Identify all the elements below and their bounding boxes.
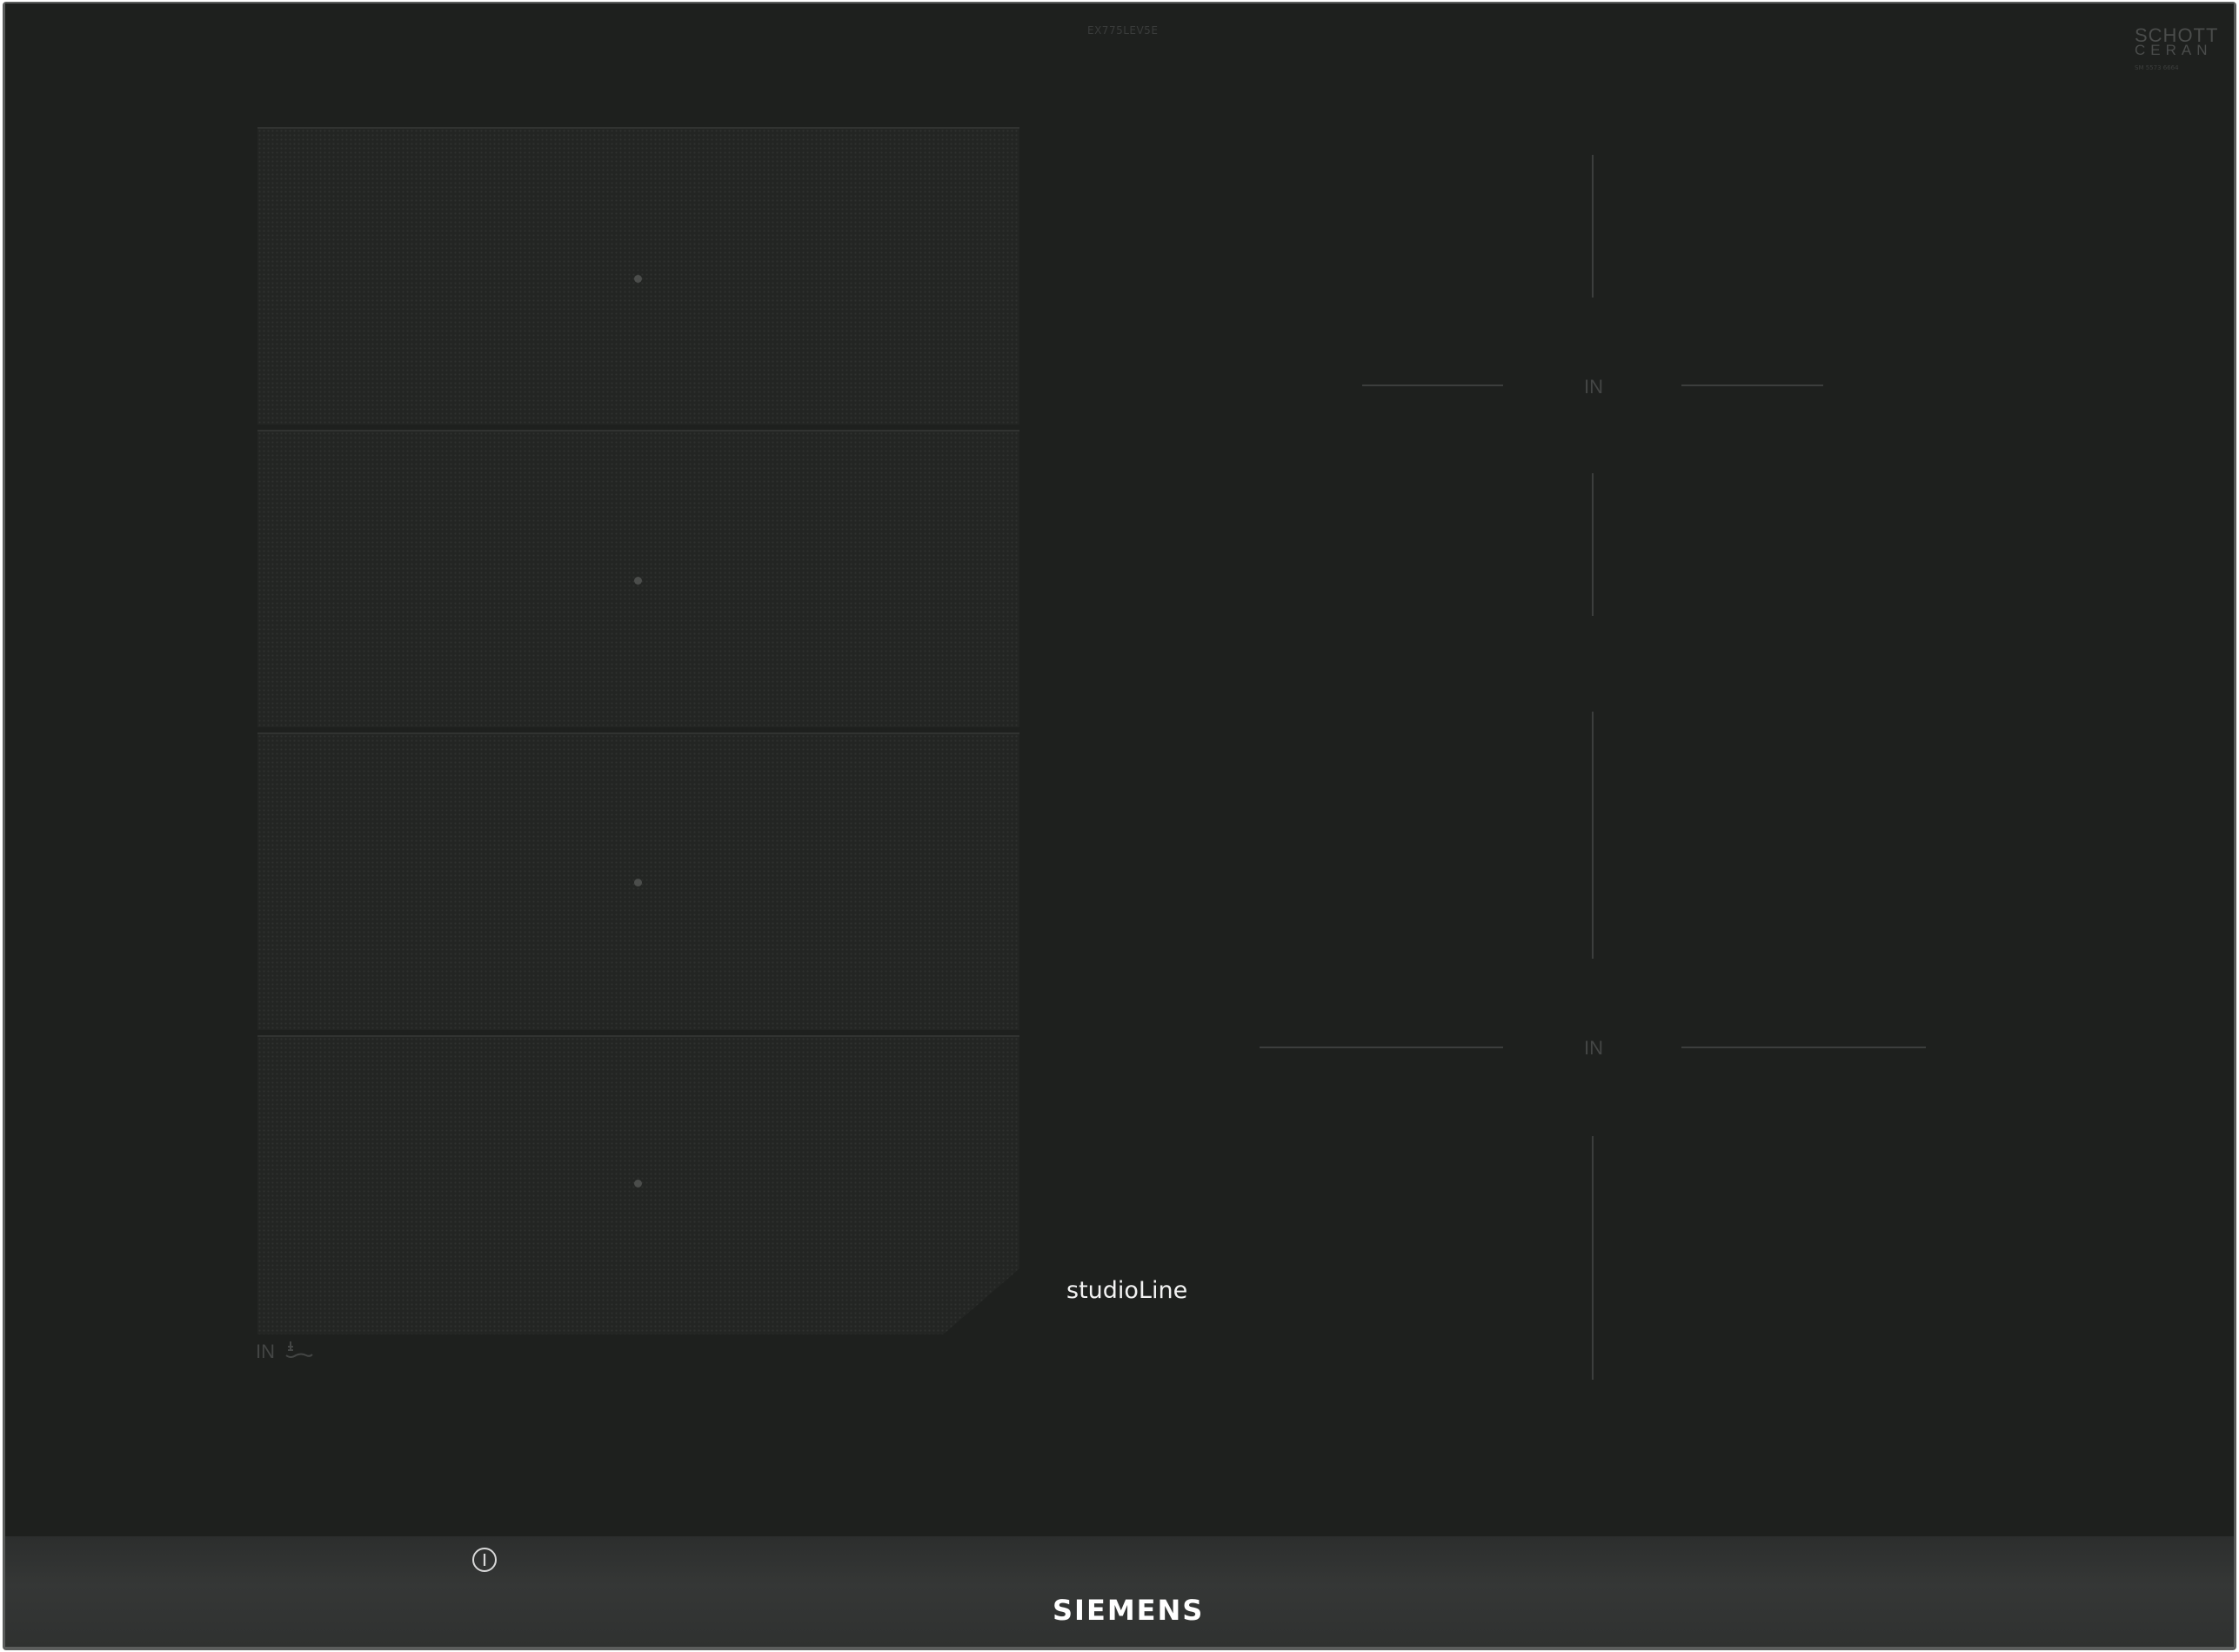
model-code: EX775LEV5E <box>1087 24 1159 37</box>
brand-logo: SIEMENS <box>1053 1594 1205 1627</box>
lower-zone-marking-right <box>1681 1047 1926 1048</box>
upper-zone-marking-bottom <box>1592 473 1594 616</box>
zone-center-dot <box>634 275 642 283</box>
lower-zone-label: IN <box>1584 1037 1603 1059</box>
schott-ceran-logo: SCHOTT CERAN SM 5573 6664 <box>2133 24 2220 78</box>
upper-zone-marking-left <box>1362 385 1503 386</box>
upper-zone-label: IN <box>1584 376 1603 398</box>
zone-center-dot <box>634 879 642 886</box>
ceran-logo-text: CERAN <box>2135 42 2213 58</box>
control-strip <box>5 1536 2234 1647</box>
zone-center-dot <box>634 1180 642 1187</box>
lower-zone-marking-bottom <box>1592 1136 1594 1380</box>
lower-zone-marking-top <box>1592 712 1594 959</box>
power-info-icon[interactable] <box>470 1545 499 1575</box>
cookware-sensor-icon <box>285 1341 313 1358</box>
upper-zone-marking-right <box>1681 385 1823 386</box>
series-name: studioLine <box>1066 1277 1188 1304</box>
zone-center-dot <box>634 577 642 585</box>
schott-code: SM 5573 6664 <box>2135 64 2179 71</box>
upper-zone-marking-top <box>1592 155 1594 298</box>
flex-zone-label: IN <box>256 1341 275 1362</box>
lower-zone-marking-left <box>1260 1047 1503 1048</box>
